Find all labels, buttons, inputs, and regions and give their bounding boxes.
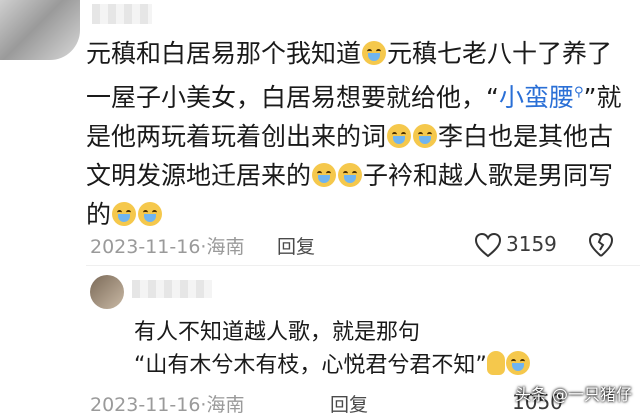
avatar[interactable] (90, 275, 124, 309)
search-link-label: 小蛮腰 (498, 83, 574, 112)
reply-button[interactable]: 回复 (277, 232, 315, 259)
comment-meta: 2023-11-16·海南 (90, 232, 244, 259)
username-blurred[interactable] (92, 4, 152, 24)
comment-text: 元稹和白居易那个我知道 元稹七老八十了养了 一屋子小美女，白居易想要就给他，“小蛮… (86, 34, 626, 234)
crying-face-icon (338, 163, 363, 187)
like-count: 3159 (506, 232, 557, 256)
watermark: 头条 @一只猪仔 (514, 385, 632, 404)
crying-face-icon (505, 351, 530, 375)
comment-location: 海南 (206, 236, 245, 258)
comment-date: 2023-11-16 (90, 236, 201, 258)
crying-face-icon (362, 41, 387, 65)
text-segment: 子衿和越人歌是男同写 (363, 161, 614, 190)
heart-outline-icon[interactable] (474, 232, 502, 258)
reply-text-line: 有人不知道越人歌，就是那句 (134, 320, 421, 345)
text-segment: 文明发源地迁居来的 (86, 161, 312, 190)
text-segment: 是他两玩着玩着创出来的词 (86, 122, 387, 151)
username-blurred[interactable] (132, 280, 212, 298)
search-icon: ⚲ (573, 85, 584, 100)
avatar[interactable] (0, 0, 80, 60)
crying-face-icon (112, 202, 137, 226)
text-segment: ”就 (583, 83, 622, 112)
divider (86, 265, 640, 266)
crying-face-icon (138, 202, 163, 226)
broken-heart-icon[interactable] (588, 232, 614, 258)
reply-text-line: “山有木兮木有枝，心悦君兮君不知” (134, 347, 531, 379)
text-segment: 李白也是其他古 (438, 122, 614, 151)
text-segment: “山有木兮木有枝，心悦君兮君不知” (134, 353, 487, 378)
folded-hands-icon (486, 351, 505, 375)
text-segment: 的 (86, 200, 112, 229)
text-segment: 元稹七老八十了养了 (387, 39, 613, 68)
crying-face-icon (413, 124, 438, 148)
text-segment: 元稹和白居易那个我知道 (86, 39, 362, 68)
crying-face-icon (387, 124, 412, 148)
search-link[interactable]: 小蛮腰⚲ (499, 83, 584, 112)
crying-face-icon (312, 163, 337, 187)
text-segment: 一屋子小美女，白居易想要就给他，“ (86, 83, 499, 112)
